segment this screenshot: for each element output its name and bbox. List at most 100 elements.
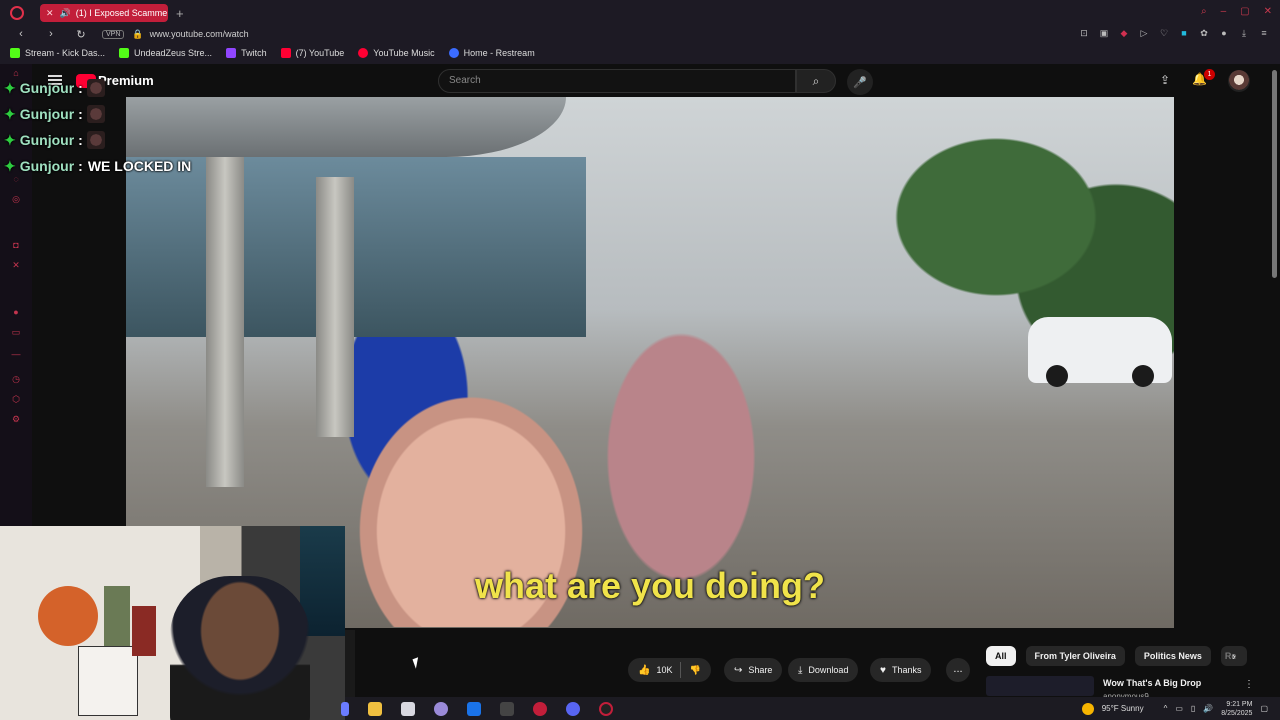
- thumbs-down-icon[interactable]: 👎: [689, 665, 700, 676]
- chat-username: Gunjour: [19, 106, 75, 122]
- speaker-icon[interactable]: 🔊: [60, 8, 71, 19]
- clock-date: 8/25/2025: [1221, 709, 1253, 717]
- windows-taskbar: 95°F Sunny ^ ▭ ▯ 🔊 9:21 PM 8/25/2025 ▢: [341, 697, 1280, 720]
- recommendation-menu-icon[interactable]: ⋮: [1244, 679, 1254, 690]
- tab-close-icon[interactable]: ✕: [46, 8, 54, 19]
- sidebar-target-icon[interactable]: ◎: [10, 194, 22, 204]
- bookmark-twitch[interactable]: Twitch: [226, 48, 267, 58]
- clock-time: 9:21 PM: [1226, 700, 1253, 708]
- taskbar-app-icon[interactable]: [341, 701, 349, 716]
- new-tab-button[interactable]: +: [176, 6, 184, 21]
- search-input[interactable]: Search: [438, 69, 796, 93]
- bookmark-youtube-music[interactable]: YouTube Music: [358, 48, 435, 58]
- weather-text[interactable]: 95°F Sunny: [1102, 704, 1144, 713]
- search-tabs-icon[interactable]: ⌕: [1201, 6, 1207, 17]
- upload-icon[interactable]: ⇪: [1160, 73, 1170, 87]
- video-building: [126, 157, 586, 337]
- bookmark-youtube[interactable]: (7) YouTube: [280, 48, 344, 58]
- car-wheel: [1132, 365, 1154, 387]
- heart-icon[interactable]: ♡: [1158, 28, 1170, 39]
- chat-message: ✦ Gunjour :: [4, 130, 105, 150]
- network-icon[interactable]: ▯: [1191, 704, 1195, 713]
- chat-badge-icon: ✦: [4, 105, 16, 122]
- minimize-icon[interactable]: –: [1221, 6, 1227, 17]
- back-icon[interactable]: ‹: [12, 28, 30, 40]
- sidebar-record-icon[interactable]: ●: [10, 307, 22, 317]
- opera-taskbar-icon[interactable]: [533, 701, 547, 716]
- search-button[interactable]: ⌕: [796, 69, 836, 93]
- active-tab[interactable]: ✕ 🔊 (1) I Exposed Scamme: [40, 4, 168, 22]
- thumbs-up-icon[interactable]: 👍: [638, 665, 650, 676]
- reload-icon[interactable]: ↻: [72, 28, 90, 41]
- sidebar-history-icon[interactable]: ◷: [10, 374, 22, 384]
- video-pillar: [316, 177, 354, 437]
- menu-icon[interactable]: ≡: [1258, 28, 1270, 39]
- account-avatar[interactable]: [1228, 70, 1250, 92]
- sidebar-x-icon[interactable]: ✕: [10, 260, 22, 270]
- window-controls: ⌕ – ▢ ✕: [1201, 6, 1272, 17]
- vpn-badge[interactable]: VPN: [102, 29, 125, 39]
- bookmark-kick[interactable]: Stream - Kick Das...: [10, 48, 105, 58]
- thanks-button[interactable]: ♥ Thanks: [870, 658, 932, 682]
- youtube-premium-label[interactable]: Premium: [98, 73, 154, 88]
- sidebar-wallet-icon[interactable]: ▭: [10, 327, 22, 337]
- sidebar-messenger-icon[interactable]: ◘: [10, 240, 22, 250]
- chip-all[interactable]: All: [986, 646, 1016, 666]
- profile-icon[interactable]: ●: [1218, 28, 1230, 39]
- chat-username: Gunjour: [19, 80, 75, 96]
- tab-icon[interactable]: ▣: [1098, 28, 1110, 39]
- maximize-icon[interactable]: ▢: [1240, 6, 1249, 17]
- weather-sun-icon[interactable]: [1081, 702, 1094, 715]
- like-dislike-group: 👍 10K 👎: [628, 658, 711, 682]
- share-icon: ↪: [734, 664, 743, 676]
- recommendation-thumbnail[interactable]: [986, 676, 1094, 696]
- download-button[interactable]: ⤓ Download: [788, 658, 859, 682]
- download-icon[interactable]: ⤓: [1238, 28, 1250, 39]
- extension-icon[interactable]: ■: [1178, 28, 1190, 39]
- chat-message: ✦ Gunjour : WE LOCKED IN: [4, 156, 191, 176]
- capcut-icon[interactable]: [500, 701, 514, 716]
- forward-icon[interactable]: ›: [42, 28, 60, 40]
- calendar-app-icon[interactable]: [401, 701, 415, 716]
- opera-logo-icon[interactable]: [10, 6, 24, 20]
- volume-icon[interactable]: 🔊: [1203, 704, 1213, 713]
- notification-center-icon[interactable]: ▢: [1260, 704, 1268, 713]
- clock[interactable]: 9:21 PM 8/25/2025: [1221, 700, 1252, 718]
- lock-icon[interactable]: 🔒: [132, 29, 143, 40]
- chat-separator: :: [78, 158, 83, 174]
- chevron-right-icon[interactable]: ›: [1232, 651, 1236, 663]
- like-count[interactable]: 10K: [656, 665, 672, 675]
- recommendation-title[interactable]: Wow That's A Big Drop: [1103, 678, 1201, 688]
- sidebar-bookmark-icon[interactable]: ⬡: [10, 394, 22, 404]
- file-explorer-icon[interactable]: [368, 701, 382, 716]
- app-icon[interactable]: [434, 701, 448, 716]
- chip-from-tyler-oliveira[interactable]: From Tyler Oliveira: [1025, 646, 1125, 666]
- page-scrollbar[interactable]: [1272, 70, 1277, 278]
- wall-poster: [104, 586, 130, 646]
- snapshot-icon[interactable]: ⊡: [1078, 28, 1090, 39]
- bookmark-undeadzeus[interactable]: UndeadZeus Stre...: [119, 48, 212, 58]
- more-actions-button[interactable]: ...: [946, 658, 970, 682]
- discord-icon[interactable]: [566, 701, 580, 716]
- outlook-icon[interactable]: [467, 701, 481, 716]
- close-window-icon[interactable]: ✕: [1264, 6, 1272, 17]
- chip-politics-news[interactable]: Politics News: [1134, 646, 1211, 666]
- sidebar-settings-icon[interactable]: ⚙: [10, 414, 22, 424]
- voice-search-icon[interactable]: 🎤: [847, 69, 873, 95]
- search-icon: ⌕: [812, 73, 820, 88]
- extensions-toolbar: ⊡ ▣ ◆ ▷ ♡ ■ ✿ ● ⤓ ≡: [1078, 28, 1270, 39]
- puzzle-icon[interactable]: ✿: [1198, 28, 1210, 39]
- tray-chevron-icon[interactable]: ^: [1164, 704, 1168, 713]
- tray-app-icon[interactable]: ▭: [1175, 704, 1183, 713]
- share-button[interactable]: ↪ Share: [724, 658, 783, 682]
- url-field[interactable]: www.youtube.com/watch: [150, 29, 249, 39]
- bookmarks-bar: Stream - Kick Das... UndeadZeus Stre... …: [0, 42, 1280, 64]
- streamer-webcam: [0, 526, 345, 720]
- play-icon[interactable]: ▷: [1138, 28, 1150, 39]
- chat-emote-icon: [86, 79, 105, 97]
- shield-icon[interactable]: ◆: [1118, 28, 1130, 39]
- sidebar-home-icon[interactable]: ⌂: [10, 68, 22, 78]
- like-divider: [680, 662, 682, 678]
- opera-gx-icon[interactable]: [599, 701, 613, 716]
- bookmark-restream[interactable]: Home - Restream: [448, 48, 535, 58]
